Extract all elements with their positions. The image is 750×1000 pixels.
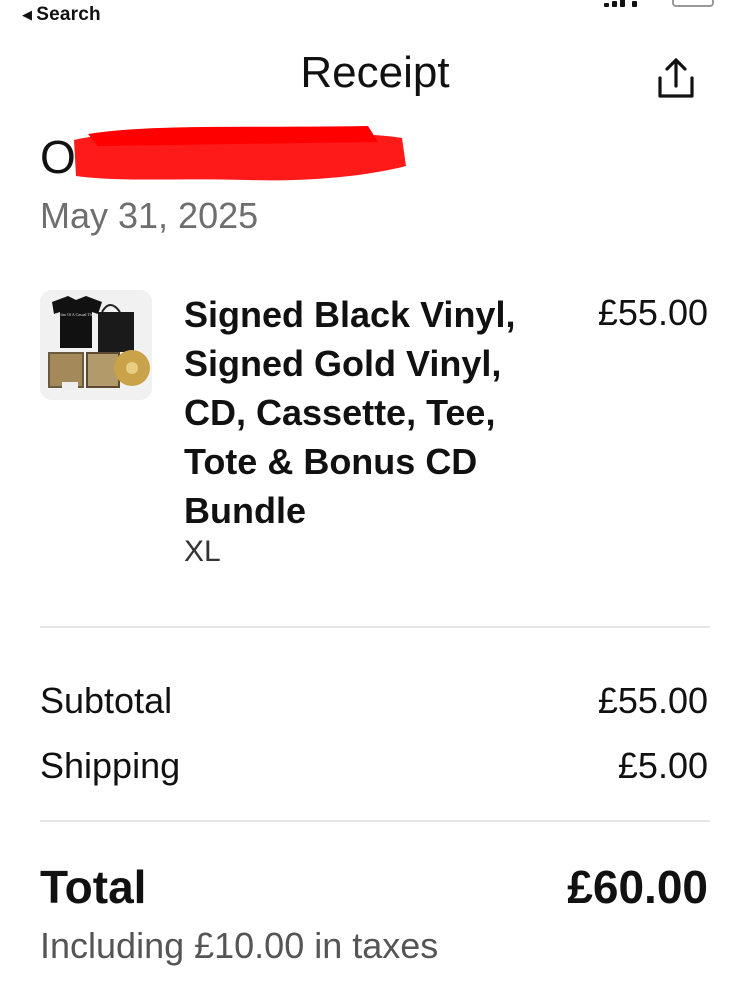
shipping-value: £5.00 (617, 745, 708, 786)
subtotal-label: Subtotal (40, 680, 173, 721)
item-title: Signed Black Vinyl, Signed Gold Vinyl, C… (184, 294, 516, 531)
triangle-left-icon: ◀ (22, 7, 33, 22)
tax-note: Including £10.00 in taxes (40, 925, 439, 966)
share-button[interactable] (652, 56, 700, 104)
order-date: May 31, 2025 (40, 195, 259, 236)
total-value: £60.00 (567, 861, 708, 913)
tee-print: Victim Of A Casual Thing (55, 312, 97, 317)
share-icon (658, 58, 694, 98)
signal-icon (603, 0, 650, 7)
back-label: Search (36, 4, 101, 25)
status-icons (603, 0, 714, 12)
redaction-scribble (74, 126, 406, 181)
subtotal-value: £55.00 (597, 680, 708, 721)
item-variant: XL (184, 535, 221, 568)
total-label: Total (40, 861, 147, 913)
battery-icon (672, 0, 714, 7)
divider (40, 820, 710, 822)
page-title: Receipt (300, 48, 450, 97)
product-thumbnail: Victim Of A Casual Thing (40, 290, 152, 400)
shipping-label: Shipping (40, 745, 181, 786)
order-heading: Order #3522 (40, 126, 440, 200)
item-price: £55.00 (597, 292, 708, 333)
back-to-search-link[interactable]: ◀ Search (22, 4, 101, 26)
status-bar: ◀ Search (0, 0, 750, 30)
divider (40, 626, 710, 628)
